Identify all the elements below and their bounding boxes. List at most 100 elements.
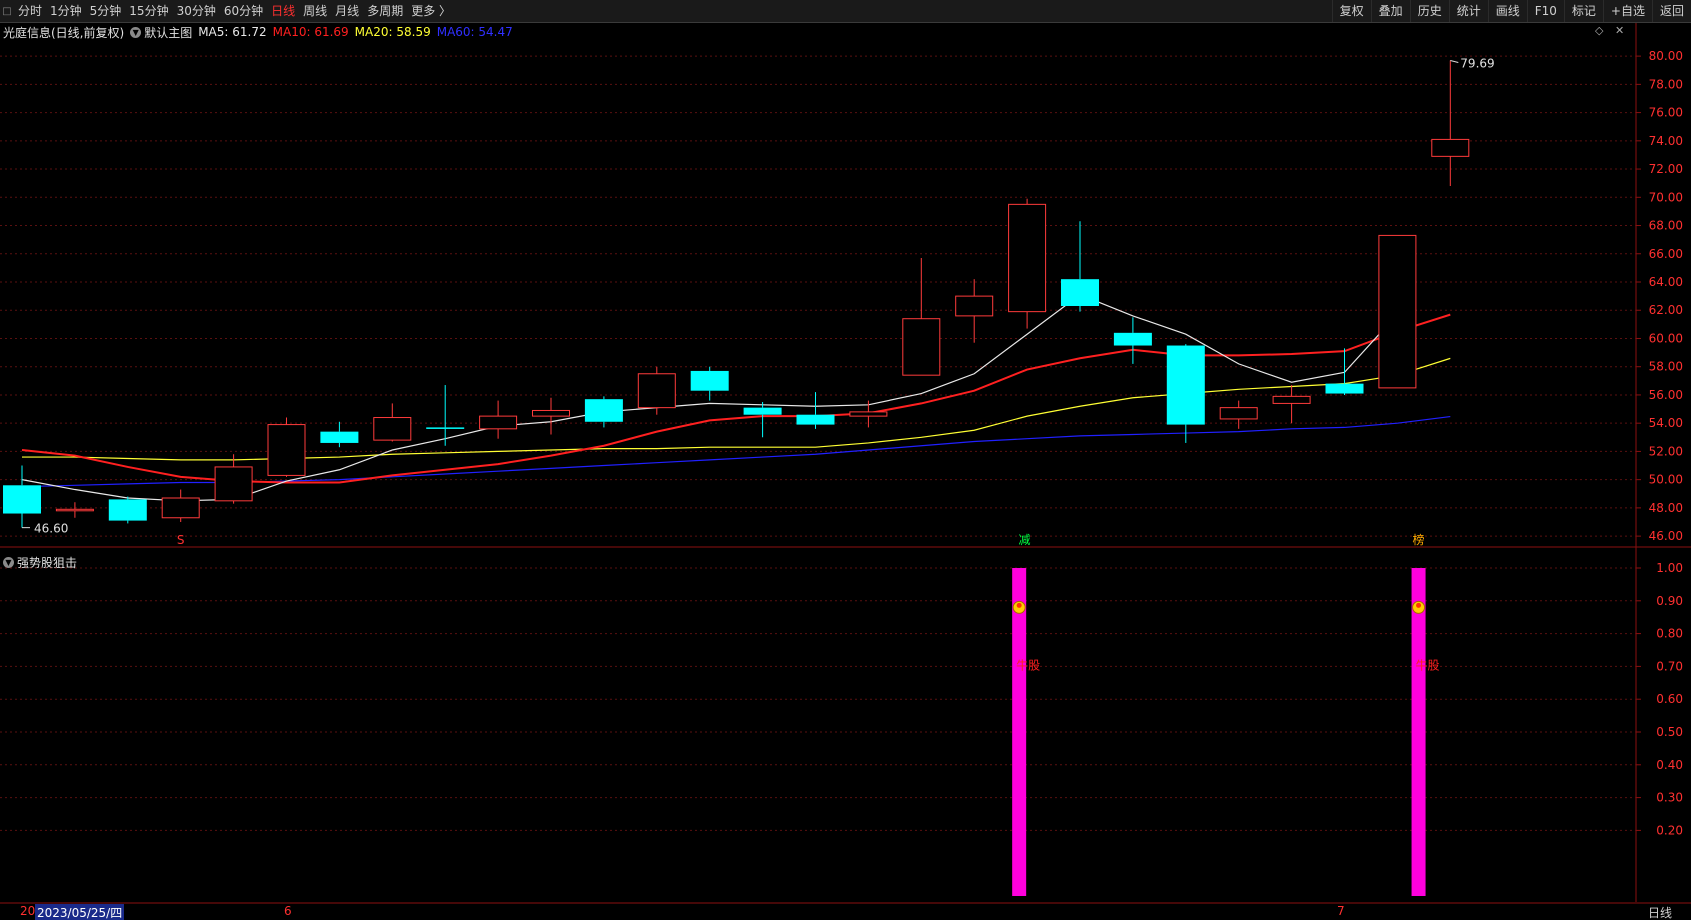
month-label-6: 6 (284, 904, 292, 918)
signal-bar (1411, 568, 1426, 896)
marker-jian: 减 (1018, 533, 1030, 547)
candle-body-down (426, 427, 465, 429)
indicator-tick-label: 0.90 (1656, 594, 1683, 608)
signal-coin-dot (1016, 602, 1022, 608)
y-tick-label: 56.00 (1649, 388, 1683, 402)
low-label: 46.60 (34, 522, 68, 536)
candle-body-down (1325, 383, 1364, 394)
candlestick (1272, 385, 1311, 424)
candle-body-down (1166, 345, 1205, 425)
date-year-prefix: 20 (20, 904, 36, 918)
indicator-tick-label: 0.20 (1656, 823, 1683, 837)
signal-label: 牛股 (1016, 658, 1040, 673)
y-tick-label: 66.00 (1649, 247, 1683, 261)
candle-body-down (1113, 332, 1152, 346)
candlestick (1008, 198, 1047, 329)
y-tick-label: 62.00 (1649, 303, 1683, 317)
high-pointer (1450, 60, 1459, 63)
y-tick-label: 70.00 (1649, 190, 1683, 204)
candle-body-up (55, 508, 94, 512)
candle-body-up (161, 497, 200, 519)
candlestick (955, 279, 994, 343)
candlestick (743, 402, 782, 438)
candlestick (161, 489, 200, 522)
candlestick (690, 366, 729, 401)
candle-body-up (532, 409, 570, 417)
y-tick-label: 64.00 (1649, 275, 1683, 289)
candle-body-down (743, 407, 782, 415)
candle-body-down (584, 399, 623, 422)
y-tick-label: 46.00 (1649, 529, 1683, 543)
candle-body-up (1008, 203, 1047, 313)
y-tick-label: 48.00 (1649, 501, 1683, 515)
candlestick (902, 258, 941, 376)
candle-body-up (1378, 234, 1417, 389)
candlestick (214, 454, 253, 504)
candle-body-up (1431, 138, 1470, 157)
y-tick-label: 60.00 (1649, 331, 1683, 345)
candlestick (1378, 234, 1417, 389)
marker-bang: 榜 (1413, 532, 1425, 547)
candlestick (267, 417, 306, 477)
candlestick (637, 366, 676, 415)
y-tick-label: 54.00 (1649, 416, 1683, 430)
candlestick (3, 465, 41, 528)
signal-coin-dot (1416, 602, 1422, 608)
candle-body-up (955, 295, 994, 317)
indicator-tick-label: 0.60 (1656, 692, 1683, 706)
y-tick-label: 80.00 (1649, 49, 1683, 63)
candlestick (1219, 400, 1258, 429)
candlestick (532, 397, 570, 435)
candle-body-up (902, 318, 941, 376)
candlestick (1113, 317, 1152, 364)
candle-body-down (1061, 279, 1099, 306)
y-tick-label: 72.00 (1649, 162, 1683, 176)
stock-chart-window: □ 分时 1分钟 5分钟 15分钟 30分钟 60分钟 日线 周线 月线 多周期… (0, 0, 1691, 920)
candlestick (373, 403, 412, 442)
candlestick (479, 400, 518, 439)
y-tick-label: 76.00 (1649, 106, 1683, 120)
signal-bar (1012, 568, 1027, 896)
candle-body-down (108, 499, 147, 521)
candlestick (1061, 221, 1099, 312)
candle-body-up (1272, 395, 1311, 404)
cursor-date: 2023/05/25/四 (35, 904, 125, 920)
candle-body-down (3, 485, 41, 514)
candlestick (320, 421, 359, 448)
indicator-tick-label: 1.00 (1656, 561, 1683, 575)
indicator-tick-label: 0.40 (1656, 758, 1683, 772)
y-tick-label: 50.00 (1649, 473, 1683, 487)
marker-s: S (177, 533, 185, 547)
indicator-tick-label: 0.70 (1656, 659, 1683, 673)
candle-body-up (214, 466, 253, 502)
ma10-line (21, 313, 1451, 484)
high-label: 79.69 (1460, 56, 1494, 70)
indicator-tick-label: 0.30 (1656, 791, 1683, 805)
candlestick (108, 496, 147, 524)
candlestick (1166, 344, 1205, 443)
chart-canvas[interactable]: 80.00 78.00 76.00 74.00 72.00 70.00 68.00 66.00… (0, 0, 1691, 920)
y-tick-label: 68.00 (1649, 219, 1683, 233)
y-tick-label: 74.00 (1649, 134, 1683, 148)
period-indicator: 日线 (1648, 906, 1673, 920)
indicator-tick-label: 0.50 (1656, 725, 1683, 739)
y-tick-label: 78.00 (1649, 77, 1683, 91)
candle-body-down (690, 370, 729, 391)
candlestick (426, 385, 465, 446)
month-label-7: 7 (1337, 904, 1345, 918)
candlestick (55, 502, 94, 518)
candle-body-up (637, 373, 676, 409)
signal-label: 牛股 (1416, 658, 1440, 673)
indicator-tick-label: 0.80 (1656, 627, 1683, 641)
candle-body-up (1219, 407, 1258, 420)
candle-body-down (320, 431, 359, 443)
candlestick (1325, 348, 1364, 395)
candle-body-up (267, 424, 306, 476)
candlestick (1431, 60, 1470, 186)
candle-body-down (796, 414, 835, 425)
candle-body-up (373, 417, 412, 441)
candle-body-up (479, 415, 518, 430)
candlestick (796, 392, 835, 429)
date-axis: 20 2023/05/25/四 6 7 日线 (0, 903, 1691, 920)
candle-body-up (849, 411, 888, 417)
